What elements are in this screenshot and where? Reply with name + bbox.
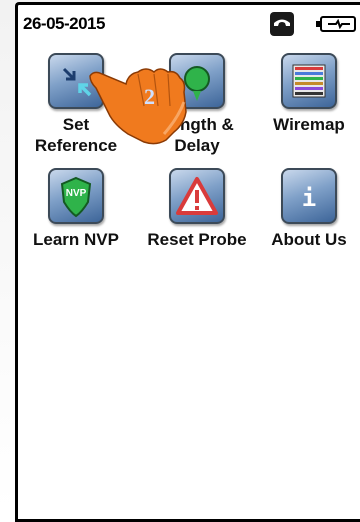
green-dot-icon: [169, 53, 225, 109]
svg-text:NVP: NVP: [66, 188, 87, 199]
phone-icon: [270, 12, 294, 36]
warning-triangle-icon: [169, 168, 225, 224]
nvp-badge-icon: NVP: [48, 168, 104, 224]
svg-text:i: i: [302, 184, 316, 212]
app-label-line1: Reset Probe: [147, 230, 247, 249]
arrows-in-icon: [48, 53, 104, 109]
wiremap-grid-icon: [281, 53, 337, 109]
app-set-reference[interactable]: Set Reference: [26, 53, 126, 156]
app-learn-nvp[interactable]: NVP Learn NVP: [26, 168, 126, 250]
app-label-line2: Delay: [174, 136, 220, 155]
app-reset-probe[interactable]: Reset Probe: [147, 168, 247, 250]
app-label-line2: Reference: [34, 136, 118, 155]
battery-icon: [316, 16, 356, 32]
app-wiremap[interactable]: Wiremap: [259, 53, 359, 135]
info-icon: i: [281, 168, 337, 224]
date-display: 26-05-2015: [23, 14, 105, 33]
app-label-line1: Wiremap: [273, 115, 345, 134]
app-length-delay[interactable]: Length & Delay: [147, 53, 247, 156]
app-label-line1: Learn NVP: [33, 230, 119, 249]
app-label-line1: Set: [62, 115, 90, 134]
app-label-line1: Length &: [160, 115, 234, 134]
status-bar: 26-05-2015: [18, 10, 360, 40]
app-about-us[interactable]: i About Us: [259, 168, 359, 250]
app-label-line1: About Us: [271, 230, 347, 249]
